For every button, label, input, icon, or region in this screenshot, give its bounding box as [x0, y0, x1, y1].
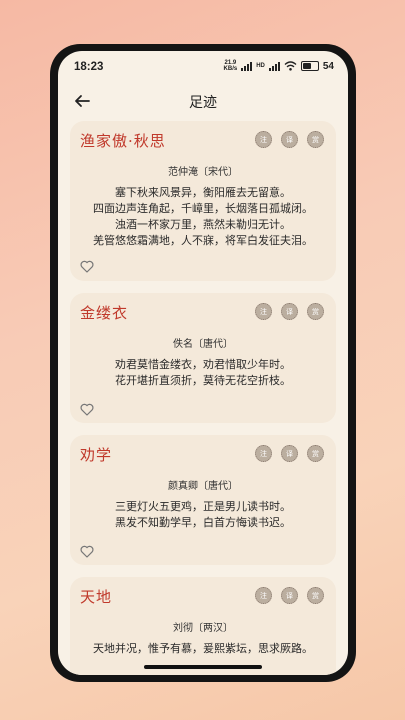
poem-title[interactable]: 天地: [80, 586, 112, 607]
status-icons: 21.9 KB/s HD 54: [224, 60, 334, 72]
page-title: 足迹: [189, 95, 217, 111]
poem-author: 刘彻〔两汉〕: [173, 623, 233, 634]
translation-icon[interactable]: 译: [281, 131, 298, 148]
annotation-icon[interactable]: 注: [255, 303, 272, 320]
screen: 18:23 21.9 KB/s HD 54 足迹 渔家傲·秋思 注 译 赏 范仲…: [58, 51, 348, 675]
appreciation-icon[interactable]: 赏: [307, 303, 324, 320]
poem-line: 浊酒一杯家万里，燕然未勒归无计。: [115, 218, 291, 231]
poem-card[interactable]: 金缕衣 注 译 赏 佚名〔唐代〕 劝君莫惜金缕衣，劝君惜取少年时。 花开堪折直须…: [70, 293, 336, 423]
poem-list[interactable]: 渔家傲·秋思 注 译 赏 范仲淹〔宋代〕 塞下秋来风景异，衡阳雁去无留意。 四面…: [58, 121, 348, 675]
appreciation-icon[interactable]: 赏: [307, 587, 324, 604]
poem-card[interactable]: 天地 注 译 赏 刘彻〔两汉〕 天地并况，惟予有慕，爰熙紫坛，思求厥路。: [70, 577, 336, 675]
poem-title[interactable]: 劝学: [80, 444, 112, 465]
status-time: 18:23: [74, 61, 104, 73]
poem-line: 塞下秋来风景异，衡阳雁去无留意。: [115, 186, 291, 199]
poem-line: 劝君莫惜金缕衣，劝君惜取少年时。: [115, 358, 291, 371]
net-speed: 21.9 KB/s: [224, 60, 238, 72]
poem-actions: 注 译 赏: [255, 131, 324, 148]
annotation-icon[interactable]: 注: [255, 445, 272, 462]
status-bar: 18:23 21.9 KB/s HD 54: [58, 51, 348, 85]
poem-line: 花开堪折直须折，莫待无花空折枝。: [115, 374, 291, 387]
poem-line: 天地并况，惟予有慕，爰熙紫坛，思求厥路。: [93, 642, 313, 655]
poem-author: 佚名〔唐代〕: [173, 339, 233, 350]
hd-label: HD: [256, 63, 265, 69]
translation-icon[interactable]: 译: [281, 303, 298, 320]
poem-line: 三更灯火五更鸡，正是男儿读书时。: [115, 500, 291, 513]
heart-icon[interactable]: [80, 260, 94, 273]
top-bar: 足迹: [58, 85, 348, 119]
poem-card[interactable]: 渔家傲·秋思 注 译 赏 范仲淹〔宋代〕 塞下秋来风景异，衡阳雁去无留意。 四面…: [70, 121, 336, 281]
battery-icon: [300, 61, 319, 71]
net-speed-unit: KB/s: [223, 66, 238, 72]
poem-author: 颜真卿〔唐代〕: [168, 481, 238, 492]
appreciation-icon[interactable]: 赏: [307, 131, 324, 148]
poem-text: 三更灯火五更鸡，正是男儿读书时。 黑发不知勤学早，白首方悔读书迟。: [70, 499, 336, 531]
annotation-icon[interactable]: 注: [255, 587, 272, 604]
poem-line: 黑发不知勤学早，白首方悔读书迟。: [115, 516, 291, 529]
poem-author: 范仲淹〔宋代〕: [168, 167, 238, 178]
heart-icon[interactable]: [80, 545, 94, 558]
poem-card[interactable]: 劝学 注 译 赏 颜真卿〔唐代〕 三更灯火五更鸡，正是男儿读书时。 黑发不知勤学…: [70, 435, 336, 565]
heart-icon[interactable]: [80, 403, 94, 416]
translation-icon[interactable]: 译: [281, 445, 298, 462]
poem-actions: 注 译 赏: [255, 445, 324, 462]
poem-title[interactable]: 金缕衣: [80, 302, 128, 323]
poem-line: 羌管悠悠霜满地，人不寐，将军白发征夫泪。: [93, 234, 313, 247]
poem-line: 四面边声连角起，千嶂里，长烟落日孤城闭。: [93, 202, 313, 215]
wifi-icon: [284, 61, 297, 71]
poem-text: 天地并况，惟予有慕，爰熙紫坛，思求厥路。: [70, 641, 336, 657]
poem-text: 塞下秋来风景异，衡阳雁去无留意。 四面边声连角起，千嶂里，长烟落日孤城闭。 浊酒…: [70, 185, 336, 249]
poem-text: 劝君莫惜金缕衣，劝君惜取少年时。 花开堪折直须折，莫待无花空折枝。: [70, 357, 336, 389]
signal-icon-2: [268, 61, 280, 71]
poem-title[interactable]: 渔家傲·秋思: [80, 130, 166, 151]
translation-icon[interactable]: 译: [281, 587, 298, 604]
poem-actions: 注 译 赏: [255, 587, 324, 604]
battery-level: 54: [322, 60, 334, 72]
appreciation-icon[interactable]: 赏: [307, 445, 324, 462]
poem-actions: 注 译 赏: [255, 303, 324, 320]
signal-icon: [241, 61, 253, 71]
annotation-icon[interactable]: 注: [255, 131, 272, 148]
home-indicator[interactable]: [144, 665, 262, 669]
